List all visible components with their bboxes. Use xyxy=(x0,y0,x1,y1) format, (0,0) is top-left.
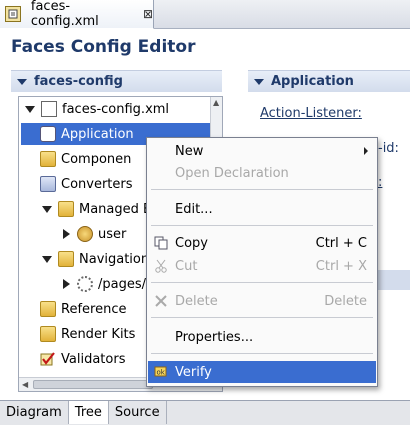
tab-diagram[interactable]: Diagram xyxy=(0,401,69,424)
menu-item-delete[interactable]: Delete Delete xyxy=(148,290,376,312)
folder-icon xyxy=(40,176,56,192)
tree-item-label: user xyxy=(98,226,127,242)
expand-toggle-icon[interactable] xyxy=(40,252,54,266)
expand-toggle-icon[interactable] xyxy=(59,227,73,241)
application-icon xyxy=(40,126,56,142)
application-section-header[interactable]: Application xyxy=(248,70,410,92)
checkmark-icon xyxy=(40,351,56,367)
menu-separator xyxy=(151,317,373,318)
action-listener-link[interactable]: Action-Listener: xyxy=(260,106,362,121)
tree-item-faces-config-xml[interactable]: faces-config.xml xyxy=(23,98,169,120)
folder-icon xyxy=(58,251,74,267)
menu-separator xyxy=(151,189,373,190)
tree-item-label: Converters xyxy=(61,176,133,192)
menu-item-verify[interactable]: ok Verify xyxy=(148,361,376,383)
tree-item-label: Reference xyxy=(61,301,127,317)
section-title: faces-config xyxy=(34,74,123,89)
section-title: Application xyxy=(271,74,354,89)
folder-icon xyxy=(40,151,56,167)
delete-icon xyxy=(154,294,168,308)
scroll-left-icon[interactable]: ◀ xyxy=(22,380,28,389)
partial-link[interactable]: : xyxy=(378,175,382,190)
menu-item-copy[interactable]: Copy Ctrl + C xyxy=(148,232,376,254)
tree-item-label: Navigation xyxy=(79,251,150,267)
tab-source[interactable]: Source xyxy=(109,401,167,424)
submenu-arrow-icon xyxy=(364,147,368,155)
menu-separator xyxy=(151,225,373,226)
editor-bottom-tabs: Diagram Tree Source xyxy=(0,400,410,425)
tab-tree[interactable]: Tree xyxy=(68,401,109,424)
partial-section-header xyxy=(378,270,410,290)
xml-file-icon xyxy=(41,101,57,117)
scissors-icon xyxy=(154,259,168,273)
faces-config-section-header[interactable]: faces-config xyxy=(11,70,222,92)
svg-text:ok: ok xyxy=(157,369,166,377)
scroll-up-icon[interactable]: ▲ xyxy=(213,98,219,107)
collapse-icon xyxy=(17,78,27,85)
xml-file-icon xyxy=(5,6,21,22)
tree-item-pages[interactable]: /pages/i xyxy=(59,273,150,295)
scroll-thumb[interactable] xyxy=(33,380,153,389)
menu-item-properties[interactable]: Properties... xyxy=(148,326,376,348)
tree-item-label: Componen xyxy=(61,151,132,167)
tree-item-referenced-beans[interactable]: Reference xyxy=(40,298,126,320)
close-icon[interactable]: ⊠ xyxy=(143,7,153,21)
menu-item-open-declaration[interactable]: Open Declaration xyxy=(148,162,376,184)
tree-item-label: /pages/i xyxy=(98,276,150,292)
verify-icon: ok xyxy=(154,365,168,379)
expand-toggle-icon[interactable] xyxy=(23,102,37,116)
tree-item-render-kits[interactable]: Render Kits xyxy=(40,323,135,345)
partial-label-id: -id: xyxy=(378,141,399,156)
folder-icon xyxy=(40,326,56,342)
expand-toggle-icon[interactable] xyxy=(59,277,73,291)
menu-item-cut[interactable]: Cut Ctrl + X xyxy=(148,255,376,277)
tree-item-user[interactable]: user xyxy=(59,223,126,245)
menu-separator xyxy=(151,353,373,354)
editor-tab-faces-config[interactable]: faces-config.xml ⊠ xyxy=(0,0,154,29)
folder-icon xyxy=(58,201,74,217)
tree-item-navigation[interactable]: Navigation xyxy=(40,248,149,270)
tree-item-components[interactable]: Componen xyxy=(40,148,131,170)
collapse-icon xyxy=(254,78,264,85)
editor-tab-label: faces-config.xml xyxy=(30,0,99,29)
tree-item-label: faces-config.xml xyxy=(62,101,170,117)
bean-icon xyxy=(77,226,93,242)
page-title: Faces Config Editor xyxy=(11,37,196,57)
tree-item-label: Managed B xyxy=(79,201,152,217)
tree-item-validators[interactable]: Validators xyxy=(40,348,125,370)
tree-item-converters[interactable]: Converters xyxy=(40,173,133,195)
copy-icon xyxy=(154,236,168,250)
tree-item-label: Render Kits xyxy=(61,326,136,342)
menu-item-edit[interactable]: Edit... xyxy=(148,198,376,220)
menu-separator xyxy=(151,282,373,283)
expand-toggle-icon[interactable] xyxy=(40,202,54,216)
context-menu: New Open Declaration Edit... Copy Ctrl +… xyxy=(146,137,378,387)
menu-item-new[interactable]: New xyxy=(148,140,376,162)
editor-tab-strip: faces-config.xml ⊠ xyxy=(0,0,410,29)
folder-icon xyxy=(40,301,56,317)
tree-item-label: Validators xyxy=(61,351,126,367)
gear-icon xyxy=(77,276,93,292)
tree-item-managed-beans[interactable]: Managed B xyxy=(40,198,152,220)
tree-item-label: Application xyxy=(61,126,134,142)
